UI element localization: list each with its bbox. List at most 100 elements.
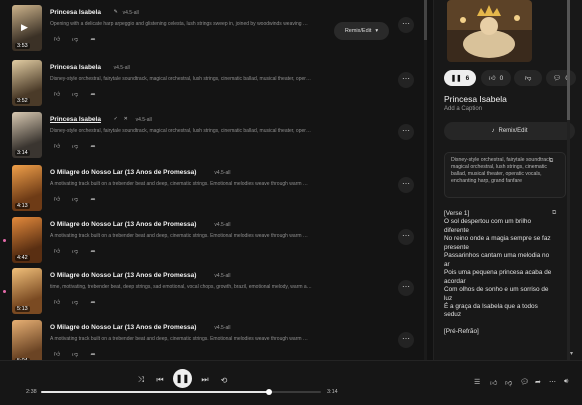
more-options-button[interactable]: ⋯ [398, 280, 414, 296]
track-row[interactable]: 3:14 Princesa Isabela v4.5-all Disney-st… [0, 110, 425, 160]
more-options-button[interactable]: ⋯ [398, 332, 414, 348]
track-duration: 4:42 [15, 255, 30, 261]
lyric-line: É a graça da Isabela que a todos [444, 302, 538, 310]
thumbs-down-icon[interactable]: 👎︎ [68, 88, 82, 100]
scrollbar-thumb[interactable] [424, 0, 427, 40]
thumbs-up-icon[interactable]: 👍︎ [50, 33, 64, 45]
share-icon[interactable]: ➦ [535, 378, 541, 386]
track-thumbnail[interactable]: 5:13 [12, 268, 42, 314]
track-description: A motivating track built on a trebender … [50, 336, 308, 342]
lyric-line: seduz [444, 311, 462, 319]
track-thumbnail[interactable]: 4:42 [12, 217, 42, 263]
lyric-line: [Verse 1] [444, 210, 470, 217]
thumbs-down-icon[interactable]: 👎︎ [68, 33, 82, 45]
next-icon[interactable]: ⏭︎ [198, 373, 212, 387]
model-version-badge: v4.5-all [113, 65, 130, 71]
thumbs-up-icon[interactable]: 👍︎ [50, 88, 64, 100]
more-options-button[interactable]: ⋯ [398, 124, 414, 140]
edit-icon[interactable]: ✎ [114, 9, 118, 15]
track-duration: 3:52 [15, 98, 30, 104]
share-icon[interactable]: ➦ [86, 193, 100, 205]
track-duration: 3:53 [15, 43, 30, 49]
track-title[interactable]: O Milagre do Nosso Lar (13 Anos de Prome… [50, 221, 196, 228]
play-count-button[interactable]: ❚❚ 6 [444, 70, 476, 86]
thumbs-down-icon: 👎︎ [524, 75, 532, 82]
track-title[interactable]: Princesa Isabela [50, 116, 101, 123]
track-title[interactable]: O Milagre do Nosso Lar (13 Anos de Prome… [50, 169, 196, 176]
chevron-down-icon: ▾ [375, 28, 379, 34]
progress-fill [41, 391, 270, 393]
add-caption-link[interactable]: Add a Caption [444, 106, 482, 112]
panel-scrollbar-thumb[interactable] [567, 0, 570, 120]
model-version-badge: v4.5-all [122, 10, 139, 16]
track-row[interactable]: 4:42 O Milagre do Nosso Lar (13 Anos de … [0, 215, 425, 265]
thumbs-down-icon[interactable]: 👎︎ [68, 348, 82, 360]
list-scrollbar[interactable] [424, 0, 427, 360]
copy-style-icon[interactable]: ⧉ [549, 158, 553, 165]
more-icon[interactable]: ⋯ [549, 378, 556, 386]
more-options-button[interactable]: ⋯ [398, 229, 414, 245]
thumbs-down-icon[interactable]: 👎︎ [68, 193, 82, 205]
remix-edit-button[interactable]: Remix/Edit ▾ [334, 22, 389, 40]
thumbs-down-icon[interactable]: 👎︎ [68, 296, 82, 308]
thumbs-up-icon[interactable]: 👍︎ [50, 348, 64, 360]
track-thumbnail[interactable]: 3:52 [12, 60, 42, 106]
lyrics: [Verse 1] O sol despertou com um brilho di… [444, 210, 566, 337]
track-thumbnail[interactable]: ▶ 3:53 [12, 5, 42, 51]
thumbs-up-icon[interactable]: 👍︎ [490, 378, 497, 387]
total-time: 3:14 [327, 389, 338, 395]
share-icon[interactable]: ➦ [86, 33, 100, 45]
copy-lyrics-icon[interactable]: ⧉ [552, 210, 556, 217]
comment-button[interactable]: 💬︎ 0 [546, 70, 576, 86]
share-icon[interactable]: ➦ [86, 140, 100, 152]
share-icon[interactable]: ➦ [86, 88, 100, 100]
share-icon[interactable]: ➦ [86, 348, 100, 360]
track-row[interactable]: 5:04 O Milagre do Nosso Lar (13 Anos de … [0, 318, 425, 360]
volume-icon[interactable]: 🔊︎ [564, 378, 568, 386]
style-prompt: Disney-style orchestral, fairytale sound… [444, 152, 566, 198]
more-options-button[interactable]: ⋯ [398, 72, 414, 88]
dislike-button[interactable]: 👎︎ [514, 70, 542, 86]
track-row[interactable]: 5:13 O Milagre do Nosso Lar (13 Anos de … [0, 266, 425, 316]
more-options-button[interactable]: ⋯ [398, 177, 414, 193]
track-row[interactable]: 4:13 O Milagre do Nosso Lar (13 Anos de … [0, 163, 425, 213]
track-title[interactable]: O Milagre do Nosso Lar (13 Anos de Prome… [50, 324, 196, 331]
play-count: 6 [465, 74, 470, 82]
track-thumbnail[interactable]: 5:04 [12, 320, 42, 360]
progress-knob[interactable] [266, 389, 273, 395]
track-title[interactable]: Princesa Isabela [50, 64, 101, 71]
share-icon[interactable]: ➦ [86, 245, 100, 257]
thumbs-up-icon[interactable]: 👍︎ [50, 296, 64, 308]
thumbs-up-icon[interactable]: 👍︎ [50, 140, 64, 152]
track-title[interactable]: Princesa Isabela [50, 9, 101, 16]
chevron-down-icon[interactable]: ▾ [570, 350, 573, 357]
music-note-icon: ♪ [491, 128, 495, 134]
like-button[interactable]: 👍︎ 0 [481, 70, 511, 86]
check-icon: ✓ [113, 116, 118, 122]
thumbs-down-icon[interactable]: 👎︎ [68, 140, 82, 152]
panel-remix-button[interactable]: ♪ Remix/Edit [444, 122, 575, 140]
track-title[interactable]: O Milagre do Nosso Lar (13 Anos de Prome… [50, 272, 196, 279]
progress-bar[interactable] [41, 389, 321, 395]
track-thumbnail[interactable]: 3:14 [12, 112, 42, 158]
thumbs-down-icon[interactable]: 👎︎ [505, 378, 512, 387]
more-options-button[interactable]: ⋯ [398, 17, 414, 33]
thumbs-up-icon: 👍︎ [488, 75, 496, 82]
share-icon[interactable]: ➦ [86, 296, 100, 308]
track-thumbnail[interactable]: 4:13 [12, 165, 42, 211]
comment-icon[interactable]: 💬︎ [520, 378, 529, 386]
new-indicator [3, 290, 6, 293]
thumbs-up-icon[interactable]: 👍︎ [50, 245, 64, 257]
previous-icon[interactable]: ⏮︎ [153, 373, 167, 387]
shuffle-icon[interactable]: ⤨ [134, 373, 148, 387]
track-row[interactable]: 3:52 Princesa Isabela v4.5-all Disney-st… [0, 58, 425, 108]
panel-scrollbar[interactable] [567, 0, 570, 360]
thumbs-up-icon[interactable]: 👍︎ [50, 193, 64, 205]
close-icon[interactable]: ✕ [124, 116, 128, 122]
repeat-icon[interactable]: ⟲ [217, 373, 231, 387]
thumbs-down-icon[interactable]: 👎︎ [68, 245, 82, 257]
model-version-badge: v4.5-all [214, 325, 231, 331]
current-time: 2:38 [26, 389, 37, 395]
pause-button[interactable]: ❚❚ [173, 369, 192, 388]
queue-icon[interactable]: ☰ [474, 378, 480, 386]
